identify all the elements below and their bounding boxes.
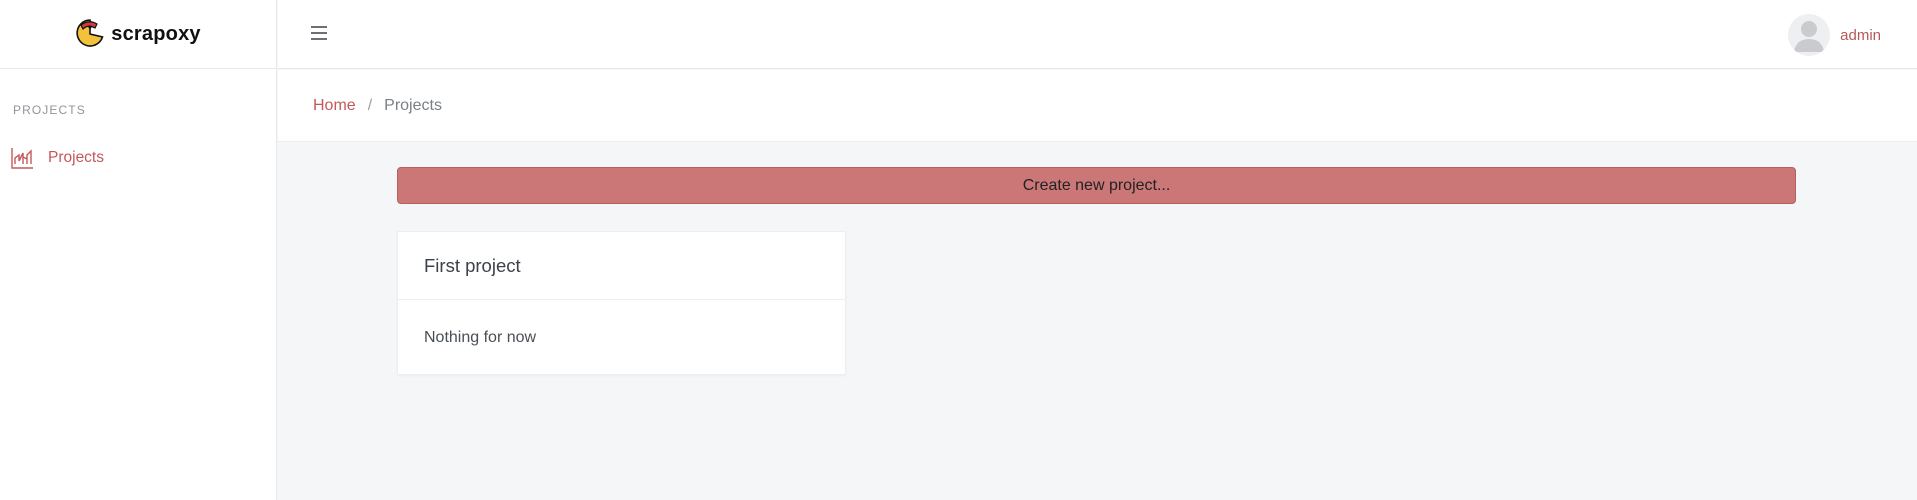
hamburger-icon[interactable]: [311, 26, 327, 40]
project-card-body: Nothing for now: [424, 329, 537, 346]
breadcrumb: Home / Projects: [278, 70, 1917, 142]
breadcrumb-home-link[interactable]: Home: [313, 97, 356, 115]
breadcrumb-separator: /: [367, 96, 373, 114]
user-menu[interactable]: admin: [1788, 14, 1881, 56]
topbar: admin: [278, 0, 1917, 69]
project-card[interactable]: First project Nothing for now: [397, 231, 846, 375]
username: admin: [1840, 26, 1881, 44]
sidebar-item-label: Projects: [48, 149, 104, 166]
sidebar-item-projects[interactable]: Projects: [11, 146, 104, 170]
scrapoxy-logo-icon: [76, 19, 104, 47]
sidebar-section-title: PROJECTS: [13, 103, 86, 117]
chart-icon: [11, 148, 33, 169]
create-project-button[interactable]: Create new project...: [397, 167, 1796, 204]
brand-name: scrapoxy: [111, 22, 201, 45]
sidebar: scrapoxy PROJECTS Projects: [0, 0, 277, 500]
breadcrumb-current: Projects: [384, 96, 442, 114]
brand[interactable]: scrapoxy: [0, 0, 276, 69]
user-avatar-icon: [1788, 14, 1831, 56]
project-card-title: First project: [398, 232, 845, 300]
